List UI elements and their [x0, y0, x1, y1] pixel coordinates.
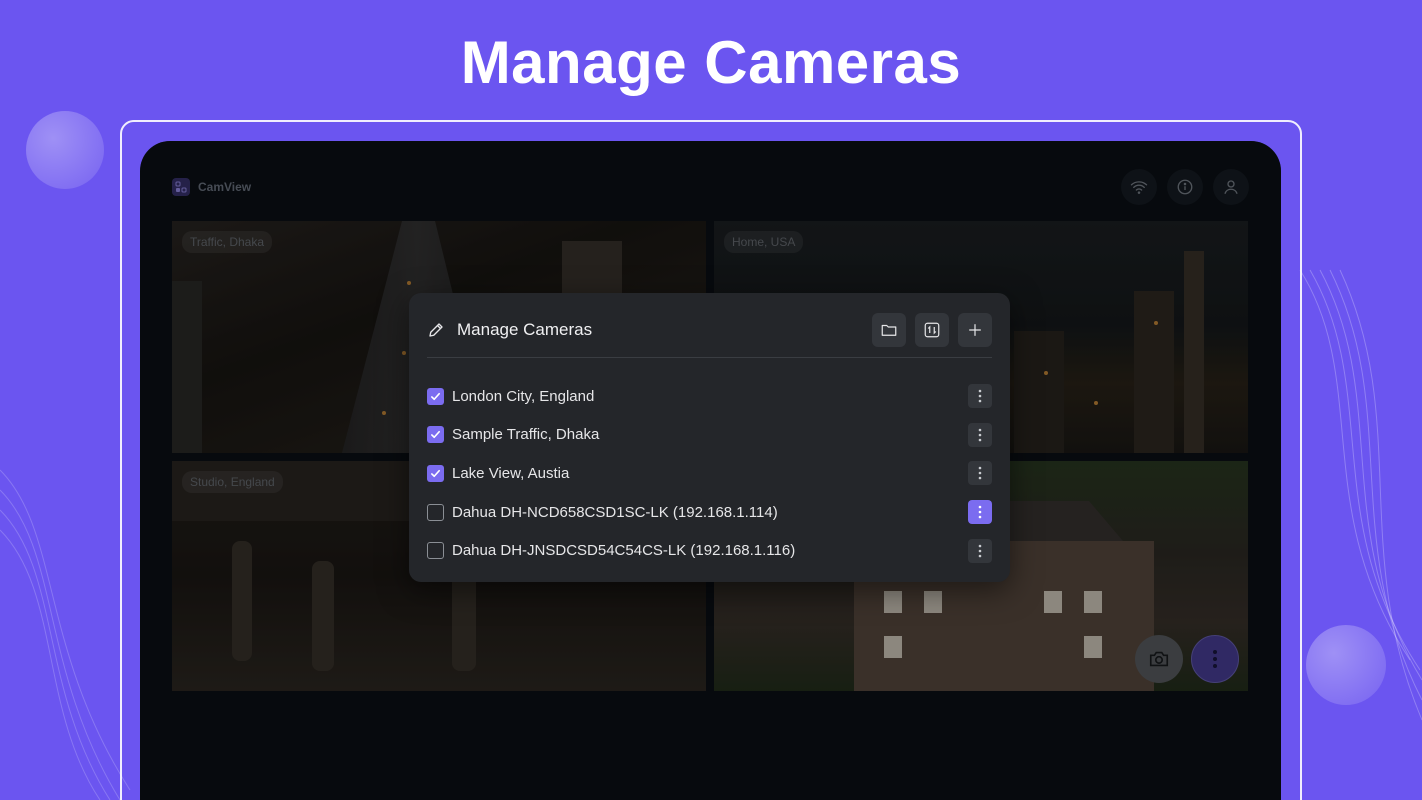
camera-checkbox[interactable] — [427, 503, 444, 521]
camera-checkbox[interactable] — [427, 542, 444, 560]
camera-checkbox[interactable] — [427, 426, 444, 444]
camera-list: London City, England Sample Traffic, Dha… — [427, 377, 992, 570]
more-vertical-icon — [978, 389, 982, 403]
dialog-divider — [427, 357, 992, 358]
camera-checkbox[interactable] — [427, 387, 444, 405]
folder-button[interactable] — [872, 313, 906, 347]
camera-list-item: London City, England — [427, 377, 992, 416]
camera-list-item: Lake View, Austia — [427, 454, 992, 493]
more-vertical-icon — [978, 467, 982, 480]
decorative-waves — [0, 469, 131, 800]
dialog-title: Manage Cameras — [457, 320, 593, 339]
plus-icon — [969, 324, 981, 336]
camera-name: Sample Traffic, Dhaka — [452, 426, 600, 444]
camera-list-item: Dahua DH-JNSDCSD54C54CS-LK (192.168.1.11… — [427, 531, 992, 570]
swap-icon — [924, 322, 940, 338]
camera-checkbox[interactable] — [427, 464, 444, 482]
camera-name: Lake View, Austia — [452, 464, 570, 482]
camera-list-item: Sample Traffic, Dhaka — [427, 416, 992, 455]
add-camera-button[interactable] — [958, 313, 992, 347]
decorative-bubble — [26, 111, 104, 189]
dialog-header: Manage Cameras — [427, 313, 992, 347]
dialog-actions — [872, 313, 992, 347]
page-headline: Manage Cameras — [460, 29, 962, 96]
camera-menu-button[interactable] — [968, 538, 992, 563]
decorative-waves — [1299, 269, 1422, 721]
more-vertical-icon — [978, 428, 982, 442]
camera-list-item: Dahua DH-NCD658CSD1SC-LK (192.168.1.114) — [427, 493, 992, 532]
more-vertical-icon — [978, 544, 982, 557]
pencil-icon — [429, 323, 443, 337]
reorder-button[interactable] — [915, 313, 949, 347]
check-icon — [431, 392, 440, 400]
check-icon — [431, 469, 440, 478]
camera-name: London City, England — [452, 387, 595, 405]
camera-menu-button[interactable] — [968, 461, 992, 486]
more-vertical-icon — [978, 505, 982, 519]
camera-menu-button[interactable] — [968, 422, 992, 447]
camera-menu-button[interactable] — [968, 384, 992, 409]
camera-menu-button[interactable] — [968, 500, 992, 525]
camera-name: Dahua DH-JNSDCSD54C54CS-LK (192.168.1.11… — [452, 542, 796, 560]
camera-name: Dahua DH-NCD658CSD1SC-LK (192.168.1.114) — [452, 503, 778, 521]
folder-icon — [881, 324, 897, 336]
manage-cameras-dialog: Manage Cameras London City, England Samp… — [409, 293, 1010, 582]
check-icon — [431, 431, 440, 439]
